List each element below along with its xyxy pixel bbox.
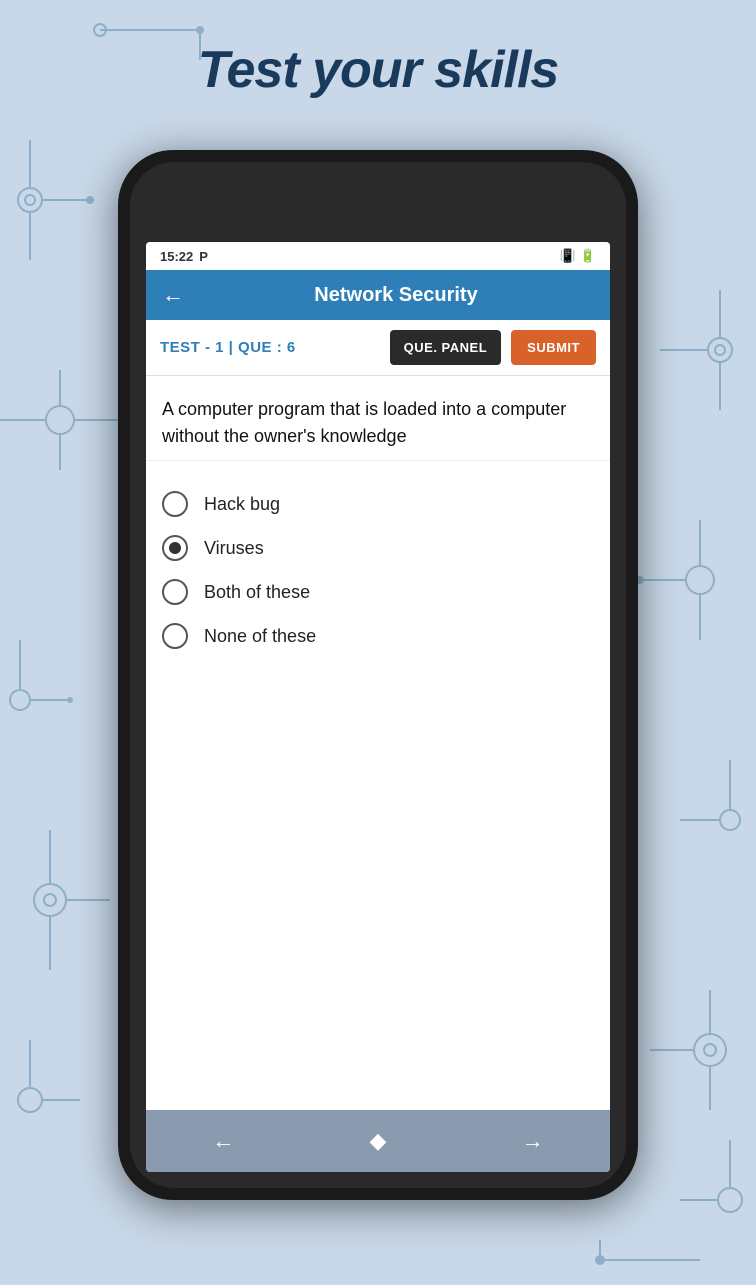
status-right: 📳 🔋: [560, 248, 596, 264]
carrier-icon: P: [199, 249, 208, 264]
bottom-nav: ← ◆ →: [146, 1110, 610, 1172]
radio-3[interactable]: [162, 579, 188, 605]
radio-2[interactable]: [162, 535, 188, 561]
submit-button[interactable]: SUBMIT: [511, 330, 596, 365]
option-1-label: Hack bug: [204, 494, 280, 515]
prev-button[interactable]: ←: [146, 1110, 301, 1172]
question-text: A computer program that is loaded into a…: [146, 376, 610, 461]
next-button[interactable]: →: [455, 1110, 610, 1172]
test-info: Test - 1 | Que : 6: [160, 339, 380, 356]
option-2[interactable]: Viruses: [162, 535, 594, 561]
status-bar: 15:22 P 📳 🔋: [146, 242, 610, 270]
status-left: 15:22 P: [160, 249, 208, 264]
vibrate-icon: 📳: [560, 248, 576, 264]
screen: 15:22 P 📳 🔋 ← Network Security Test - 1 …: [146, 242, 610, 1172]
phone-frame: 15:22 P 📳 🔋 ← Network Security Test - 1 …: [118, 150, 638, 1200]
clear-icon: ◆: [370, 1128, 387, 1154]
page-title: Test your skills: [0, 40, 756, 100]
option-4-label: None of these: [204, 626, 316, 647]
que-panel-button[interactable]: QUE. PANEL: [390, 330, 502, 365]
prev-icon: ←: [212, 1128, 234, 1154]
radio-2-dot: [169, 542, 181, 554]
option-2-label: Viruses: [204, 538, 264, 559]
radio-4[interactable]: [162, 623, 188, 649]
sub-bar: Test - 1 | Que : 6 QUE. PANEL SUBMIT: [146, 320, 610, 376]
clear-button[interactable]: ◆: [301, 1110, 456, 1172]
battery-icon: 🔋: [580, 248, 596, 264]
status-time: 15:22: [160, 249, 193, 264]
app-bar: ← Network Security: [146, 270, 610, 320]
option-4[interactable]: None of these: [162, 623, 594, 649]
options-area: Hack bug Viruses Both of these: [146, 461, 610, 1110]
phone-inner: 15:22 P 📳 🔋 ← Network Security Test - 1 …: [130, 162, 626, 1188]
radio-1[interactable]: [162, 491, 188, 517]
back-button[interactable]: ←: [162, 282, 184, 308]
option-3[interactable]: Both of these: [162, 579, 594, 605]
app-bar-title: Network Security: [198, 284, 594, 307]
next-icon: →: [522, 1128, 544, 1154]
option-1[interactable]: Hack bug: [162, 491, 594, 517]
option-3-label: Both of these: [204, 582, 310, 603]
